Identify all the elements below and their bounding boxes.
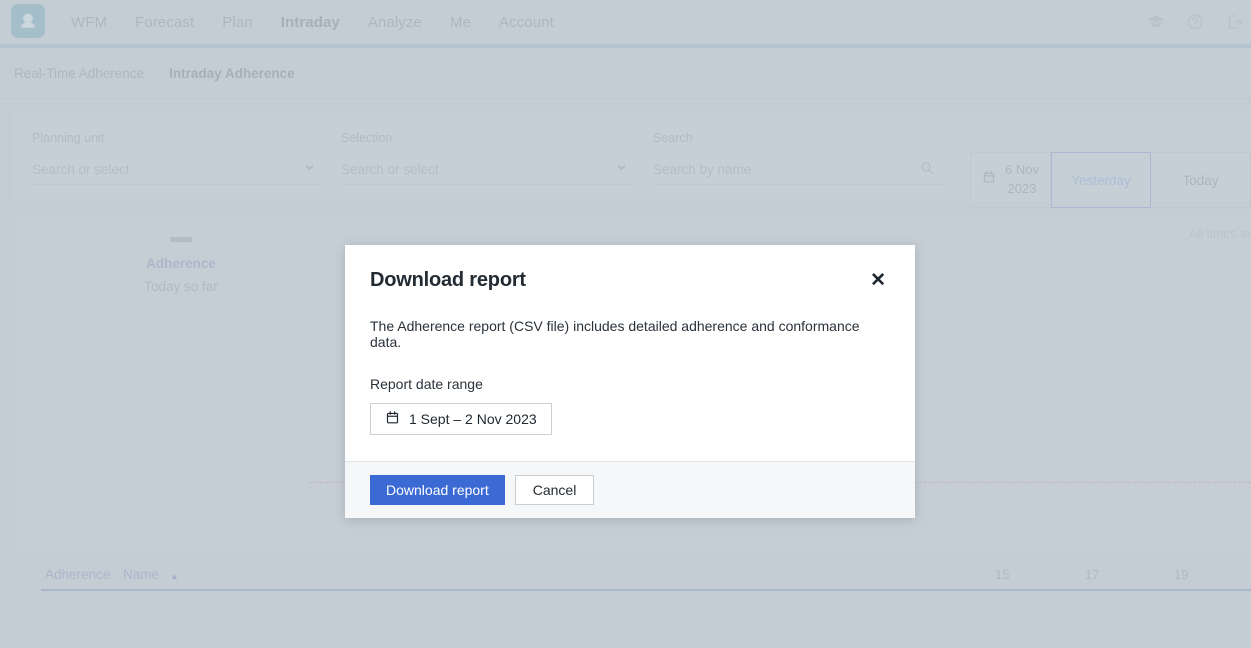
dialog-description: The Adherence report (CSV file) includes… bbox=[370, 318, 890, 350]
download-report-button[interactable]: Download report bbox=[370, 475, 505, 505]
download-report-dialog: Download report ✕ The Adherence report (… bbox=[345, 245, 915, 518]
close-icon[interactable]: ✕ bbox=[866, 269, 890, 292]
report-date-range-value: 1 Sept – 2 Nov 2023 bbox=[409, 411, 537, 427]
cancel-button[interactable]: Cancel bbox=[515, 475, 595, 505]
dialog-header: Download report ✕ bbox=[370, 269, 890, 292]
dialog-footer: Download report Cancel bbox=[345, 461, 915, 518]
dialog-title: Download report bbox=[370, 269, 526, 292]
report-date-range-label: Report date range bbox=[370, 376, 890, 392]
app-root: WFM Forecast Plan Intraday Analyze Me Ac… bbox=[0, 0, 1251, 648]
calendar-icon bbox=[385, 410, 400, 428]
report-date-range-picker[interactable]: 1 Sept – 2 Nov 2023 bbox=[370, 403, 552, 435]
dialog-body: Download report ✕ The Adherence report (… bbox=[345, 245, 915, 461]
